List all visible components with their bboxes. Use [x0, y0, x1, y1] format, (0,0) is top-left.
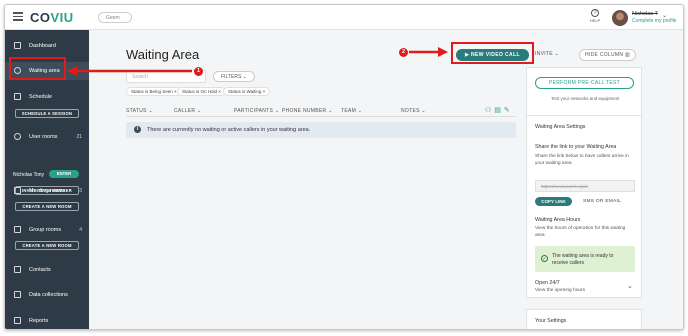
- people-icon[interactable]: ⚇: [485, 107, 494, 114]
- column-status[interactable]: STATUS ⌄: [126, 108, 153, 114]
- chevron-down-icon[interactable]: ⌄: [627, 282, 633, 290]
- user-rooms-icon: [14, 133, 21, 140]
- group-rooms-count: 4: [79, 227, 82, 233]
- hours-title: Waiting Area Hours: [535, 217, 581, 223]
- user-name[interactable]: Nicholas T: [632, 11, 658, 17]
- sidebar-item-data-collections[interactable]: Data collections: [5, 286, 89, 304]
- share-link-description: Share the link below to have callers arr…: [535, 154, 629, 166]
- schedule-session-button[interactable]: SCHEDULE A SESSION: [15, 109, 79, 118]
- invite-button[interactable]: INVITE ⌄: [535, 51, 559, 57]
- meeting-rooms-count: 3: [79, 188, 82, 194]
- location-pill[interactable]: Geem: [98, 12, 132, 23]
- data-collections-icon: [14, 291, 21, 298]
- callout-badge-2: 2: [399, 48, 408, 57]
- your-settings-title: Your Settings: [535, 318, 567, 324]
- column-participants[interactable]: PARTICIPANTS ⌄: [234, 108, 279, 114]
- complete-profile-link[interactable]: Complete my profile: [632, 18, 676, 24]
- column-team[interactable]: TEAM ⌄: [341, 108, 362, 114]
- create-meeting-room-button[interactable]: CREATE A NEW ROOM: [15, 202, 79, 211]
- table-divider: [126, 116, 516, 117]
- empty-state-banner: i There are currently no waiting or acti…: [126, 122, 516, 138]
- help-icon: ?: [591, 9, 599, 17]
- meeting-rooms-icon: [14, 187, 21, 194]
- opening-hours-link[interactable]: View the opening hours: [535, 288, 585, 293]
- hours-description: View the hours of operation for this wai…: [535, 226, 626, 238]
- user-rooms-count: 21: [76, 134, 82, 140]
- sms-email-button[interactable]: SMS OR EMAIL: [583, 199, 621, 204]
- reports-icon: [14, 317, 21, 324]
- help-label: HELP: [589, 18, 601, 23]
- sidebar-item-user-rooms[interactable]: User rooms 21: [5, 128, 89, 146]
- sidebar-item-dashboard[interactable]: Dashboard: [5, 37, 89, 55]
- logo: COVIU: [30, 10, 74, 25]
- page-title: Waiting Area: [126, 47, 200, 62]
- info-icon: i: [134, 126, 141, 133]
- edit-icon[interactable]: ✎: [504, 107, 513, 114]
- app-window: COVIU Geem ? HELP Nicholas T Complete my…: [4, 4, 684, 330]
- waiting-area-link[interactable]: https://coviu.com/.../join: [535, 180, 635, 192]
- message-icon[interactable]: ▤: [494, 107, 504, 114]
- top-bar: COVIU Geem ? HELP Nicholas T Complete my…: [5, 5, 683, 30]
- pre-call-test-description: Test your networks and equipment: [551, 96, 620, 101]
- column-notes[interactable]: NOTES ⌄: [401, 108, 426, 114]
- sidebar-item-contacts[interactable]: Contacts: [5, 261, 89, 279]
- sidebar-item-reports[interactable]: Reports: [5, 312, 89, 329]
- settings-title: Waiting Area Settings: [535, 124, 586, 130]
- column-caller[interactable]: CALLER ⌄: [174, 108, 201, 114]
- chevron-down-icon[interactable]: ⌄: [662, 12, 667, 19]
- copy-link-button[interactable]: COPY LINK: [535, 197, 572, 206]
- hide-column-button[interactable]: HIDE COLUMN ▥: [579, 49, 636, 61]
- room-user-name: Nicholas Tony: [13, 172, 45, 178]
- sidebar-item-group-rooms[interactable]: Group rooms 4: [5, 221, 89, 239]
- calendar-icon: [14, 93, 21, 100]
- pre-call-test-button[interactable]: PERFORM PRE-CALL TEST: [535, 77, 634, 89]
- share-link-title: Share the link to your Waiting Area: [535, 144, 617, 150]
- filters-button[interactable]: FILTERS ⌄: [213, 71, 255, 82]
- avatar[interactable]: [612, 10, 628, 26]
- callout-badge-1: 1: [194, 67, 203, 76]
- table-tools: ⚇▤✎: [485, 106, 513, 114]
- filter-chip-waiting[interactable]: Status is Waiting ×: [223, 87, 271, 96]
- contacts-icon: [14, 266, 21, 273]
- open-status: Open 24/7: [535, 280, 560, 286]
- help-button[interactable]: ? HELP: [588, 9, 602, 23]
- filter-chip-being-seen[interactable]: Status is Being Seen ×: [126, 87, 182, 96]
- annotation-highlight-new-video-call: [451, 42, 534, 64]
- enter-button[interactable]: ENTER: [49, 170, 79, 178]
- create-group-room-button[interactable]: CREATE A NEW ROOM: [15, 241, 79, 250]
- filter-chip-on-hold[interactable]: Status is On Hold ×: [177, 87, 226, 96]
- sidebar-item-meeting-rooms[interactable]: Meeting rooms 3: [5, 182, 89, 200]
- main-content: Waiting Area Search FILTERS ⌄ Status is …: [89, 30, 683, 329]
- screenshot-frame: COVIU Geem ? HELP Nicholas T Complete my…: [0, 0, 688, 336]
- your-settings-panel: Your Settings: [526, 309, 642, 329]
- home-icon: [14, 42, 21, 49]
- sidebar-item-schedule[interactable]: Schedule: [5, 88, 89, 106]
- waiting-area-settings-panel: Waiting Area Settings Share the link to …: [526, 115, 642, 298]
- menu-icon[interactable]: [13, 12, 23, 22]
- ready-status-box: ✓ The waiting area is ready to receive c…: [535, 246, 635, 272]
- annotation-highlight-waiting-area: [9, 57, 66, 80]
- check-circle-icon: ✓: [541, 255, 548, 262]
- group-rooms-icon: [14, 226, 21, 233]
- column-phone-number[interactable]: PHONE NUMBER ⌄: [282, 108, 333, 114]
